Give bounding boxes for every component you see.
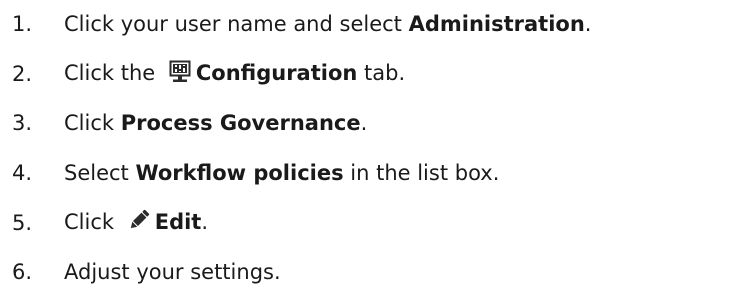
- step-2: 2. Click the Configuration tab.: [12, 50, 732, 100]
- step-5: 5. Click Edit.: [12, 198, 732, 248]
- step-text-before: Adjust your settings.: [64, 260, 281, 285]
- instruction-list: 1. Click your user name and select Admin…: [12, 0, 732, 298]
- step-text: Click Edit.: [64, 208, 209, 235]
- step-number: 4.: [12, 161, 33, 186]
- step-text-before: Click: [64, 210, 121, 235]
- step-text-after: tab.: [357, 61, 406, 86]
- step-text: Adjust your settings.: [64, 262, 281, 283]
- ui-term-workflow-policies: Workflow policies: [135, 161, 344, 186]
- step-text-after: .: [584, 12, 592, 37]
- ui-term-configuration: Configuration: [195, 61, 358, 86]
- ui-term-edit: Edit: [154, 210, 202, 235]
- ui-term-administration: Administration: [408, 12, 585, 37]
- step-text: Click the Configuration tab.: [64, 59, 406, 86]
- step-text-after: .: [360, 111, 368, 136]
- step-number: 2.: [12, 61, 33, 86]
- step-6: 6. Adjust your settings.: [12, 248, 732, 298]
- step-text-before: Click your user name and select: [64, 12, 409, 37]
- step-text: Select Workflow policies in the list box…: [64, 163, 499, 184]
- pencil-icon: [127, 208, 151, 232]
- step-text-before: Click: [64, 111, 121, 136]
- step-number: 5.: [12, 210, 33, 235]
- step-number: 1.: [12, 12, 33, 37]
- step-text-before: Click the: [64, 61, 162, 86]
- step-1: 1. Click your user name and select Admin…: [12, 0, 732, 50]
- step-4: 4. Select Workflow policies in the list …: [12, 149, 732, 199]
- configuration-icon: [168, 59, 192, 83]
- step-number: 3.: [12, 111, 33, 136]
- ui-term-process-governance: Process Governance: [120, 111, 361, 136]
- step-3: 3. Click Process Governance.: [12, 99, 732, 149]
- step-text: Click your user name and select Administ…: [64, 14, 591, 35]
- step-text: Click Process Governance.: [64, 113, 367, 134]
- step-text-before: Select: [64, 161, 136, 186]
- step-text-after: .: [201, 210, 209, 235]
- step-text-after: in the list box.: [343, 161, 500, 186]
- step-number: 6.: [12, 260, 33, 285]
